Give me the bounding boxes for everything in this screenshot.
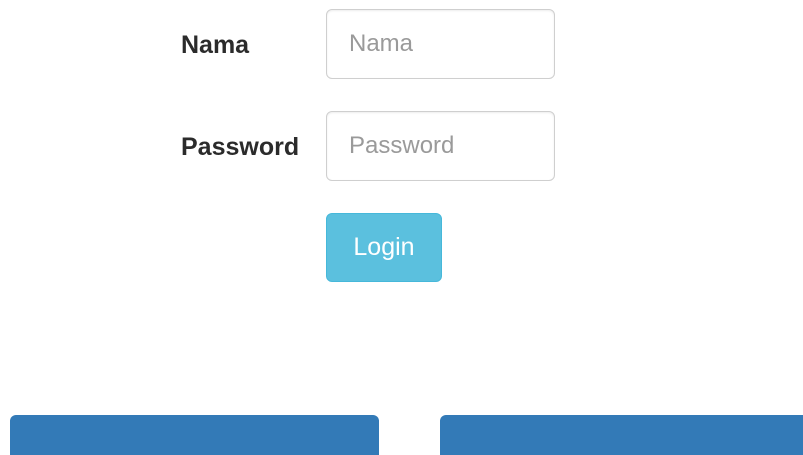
password-input[interactable] bbox=[326, 111, 555, 181]
nama-label: Nama bbox=[181, 31, 250, 59]
bottom-left-button[interactable] bbox=[10, 415, 379, 455]
login-button[interactable]: Login bbox=[326, 213, 442, 282]
bottom-right-button[interactable] bbox=[440, 415, 803, 455]
nama-input[interactable] bbox=[326, 9, 555, 79]
password-label: Password bbox=[181, 133, 300, 161]
